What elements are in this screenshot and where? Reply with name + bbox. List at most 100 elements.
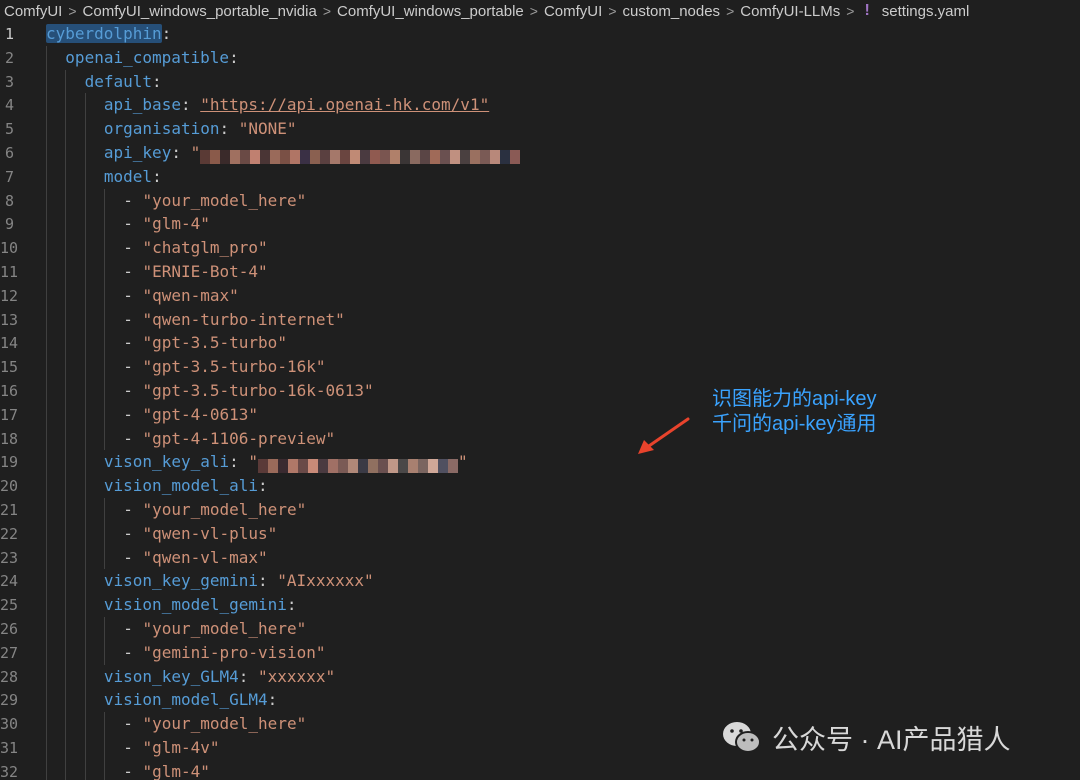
code-line[interactable]: 7 model: bbox=[0, 164, 1080, 189]
indent-guide bbox=[84, 117, 86, 141]
indent-guide bbox=[65, 260, 67, 284]
code-line[interactable]: 21 - "your_model_here" bbox=[0, 498, 1080, 522]
code-line[interactable]: 32 - "glm-4" bbox=[0, 759, 1080, 780]
watermark-text: 公众号 · AI产品猎人 bbox=[772, 725, 1011, 755]
code-line[interactable]: 20 vision_model_ali: bbox=[0, 474, 1080, 498]
code-line[interactable]: 5 organisation: "NONE" bbox=[0, 117, 1080, 141]
indent-guide bbox=[103, 283, 105, 308]
annotation-line-2: 千问的api-key通用 bbox=[712, 413, 877, 435]
breadcrumb-item[interactable]: custom_nodes bbox=[623, 3, 721, 20]
line-number: 28 bbox=[0, 667, 19, 686]
indent-guide bbox=[65, 664, 67, 689]
code-line[interactable]: 23 - "qwen-vl-max" bbox=[0, 545, 1080, 570]
code-line[interactable]: 12 - "qwen-max" bbox=[0, 283, 1080, 308]
line-number: 23 bbox=[0, 548, 19, 567]
line-number: 20 bbox=[0, 477, 19, 496]
chevron-right-icon: > bbox=[726, 3, 735, 19]
code-line[interactable]: 25 vision_model_gemini: bbox=[0, 593, 1080, 617]
indent-guide bbox=[65, 379, 67, 403]
yaml-string: " bbox=[248, 452, 259, 472]
line-number: 11 bbox=[0, 263, 19, 281]
chevron-right-icon: > bbox=[608, 3, 617, 19]
code-line[interactable]: 28 vison_key_GLM4: "xxxxxx" bbox=[0, 664, 1080, 689]
chevron-right-icon: > bbox=[322, 3, 332, 19]
code-line[interactable]: 10 - "chatglm_pro" bbox=[0, 236, 1080, 260]
indent-guide bbox=[103, 617, 105, 641]
indent-guide bbox=[103, 260, 105, 284]
annotation-arrow-icon bbox=[638, 417, 690, 454]
code-line[interactable]: 2 openai_compatible: bbox=[0, 45, 1080, 70]
line-number: 27 bbox=[0, 643, 19, 662]
line-number: 15 bbox=[0, 358, 19, 377]
code-line[interactable]: 13 - "qwen-turbo-internet" bbox=[0, 307, 1080, 332]
breadcrumb-item[interactable]: ComfyUI-LLMs bbox=[740, 3, 840, 20]
code-line[interactable]: 14 - "gpt-3.5-turbo" bbox=[0, 331, 1080, 356]
indent-guide bbox=[46, 45, 47, 70]
yaml-string: " bbox=[458, 452, 468, 472]
yaml-key: openai_compatible bbox=[65, 47, 230, 67]
indent-guide bbox=[84, 402, 86, 427]
yaml-string: "glm-4" bbox=[142, 214, 210, 234]
code-editor[interactable]: 1 cyberdolphin: 2 openai_compatible: 3 defaul… bbox=[0, 22, 1080, 780]
yaml-punct: - bbox=[123, 761, 143, 780]
code-text: - "your_model_here" bbox=[123, 498, 306, 522]
code-text: - "gemini-pro-vision" bbox=[123, 641, 325, 665]
breadcrumb-item[interactable]: ComfyUI bbox=[544, 3, 602, 20]
yaml-string: "xxxxxx" bbox=[258, 666, 336, 686]
code-text: - "gpt-4-0613" bbox=[123, 403, 258, 427]
indent-guide bbox=[84, 474, 86, 498]
indent-guide bbox=[103, 712, 105, 736]
indent-guide bbox=[65, 426, 67, 451]
indent-guide bbox=[46, 212, 47, 237]
breadcrumb-item[interactable]: ComfyUI_windows_portable bbox=[337, 3, 524, 20]
yaml-punct: - bbox=[123, 714, 143, 734]
indent-guide bbox=[65, 545, 67, 570]
code-line[interactable]: 29 vision_model_GLM4: bbox=[0, 688, 1080, 713]
annotation-line-1: 识图能力的api-key bbox=[712, 388, 877, 410]
line-number: 16 bbox=[0, 382, 19, 400]
code-line[interactable]: 27 - "gemini-pro-vision" bbox=[0, 640, 1080, 665]
code-line[interactable]: 9 - "glm-4" bbox=[0, 212, 1080, 237]
indent-guide bbox=[84, 664, 86, 689]
yaml-string: "your_model_here" bbox=[142, 500, 307, 519]
breadcrumb-file[interactable]: settings.yaml bbox=[882, 3, 970, 20]
yaml-key: organisation bbox=[103, 119, 220, 139]
code-text: vison_key_gemini: "AIxxxxxx" bbox=[104, 569, 374, 593]
code-line[interactable]: 4 api_base: "https://api.openai-hk.com/v1… bbox=[0, 93, 1080, 118]
code-line[interactable]: 22 - "qwen-vl-plus" bbox=[0, 521, 1080, 546]
indent-guide bbox=[103, 331, 105, 356]
indent-guide bbox=[65, 498, 67, 522]
breadcrumb-item[interactable]: ComfyUI_windows_portable_nvidia bbox=[83, 3, 317, 20]
code-line[interactable]: 8 - "your_model_here" bbox=[0, 188, 1080, 213]
code-line[interactable]: 16 - "gpt-3.5-turbo-16k-0613" bbox=[0, 379, 1080, 403]
code-line[interactable]: 18 - "gpt-4-1106-preview" bbox=[0, 426, 1080, 451]
code-line[interactable]: 6 api_key: " bbox=[0, 141, 1080, 165]
indent-guide bbox=[103, 640, 105, 665]
indent-guide bbox=[46, 141, 47, 165]
code-text: - "qwen-vl-plus" bbox=[123, 522, 277, 546]
code-text: - "gpt-3.5-turbo-16k" bbox=[123, 355, 325, 379]
code-line[interactable]: 24 vison_key_gemini: "AIxxxxxx" bbox=[0, 569, 1080, 594]
yaml-key: vision_model_ali bbox=[103, 476, 259, 496]
code-line[interactable]: 3 default: bbox=[0, 69, 1080, 94]
yaml-string: "https://api.openai-hk.com/v1" bbox=[200, 95, 490, 115]
indent-guide bbox=[46, 450, 47, 475]
yaml-string: "gpt-3.5-turbo-16k-0613" bbox=[142, 381, 374, 400]
code-line[interactable]: 11 - "ERNIE-Bot-4" bbox=[0, 260, 1080, 284]
indent-guide bbox=[84, 498, 86, 522]
yaml-key: default bbox=[84, 71, 153, 91]
code-line[interactable]: 15 - "gpt-3.5-turbo-16k" bbox=[0, 355, 1080, 379]
line-number: 19 bbox=[0, 453, 19, 472]
yaml-string: "qwen-turbo-internet" bbox=[142, 309, 345, 329]
breadcrumb-item[interactable]: ComfyUI bbox=[4, 3, 62, 20]
code-line[interactable]: 19 vison_key_ali: " " bbox=[0, 450, 1080, 475]
indent-guide bbox=[46, 426, 47, 451]
code-line[interactable]: 1 cyberdolphin: bbox=[0, 22, 1080, 46]
code-line[interactable]: 17 - "gpt-4-0613" bbox=[0, 402, 1080, 427]
indent-guide bbox=[65, 759, 67, 780]
code-text: api_base: "https://api.openai-hk.com/v1" bbox=[104, 93, 489, 117]
yaml-string: "your_model_here" bbox=[142, 714, 307, 734]
indent-guide bbox=[84, 640, 86, 665]
code-line[interactable]: 26 - "your_model_here" bbox=[0, 617, 1080, 641]
yaml-string: "your_model_here" bbox=[142, 619, 307, 638]
